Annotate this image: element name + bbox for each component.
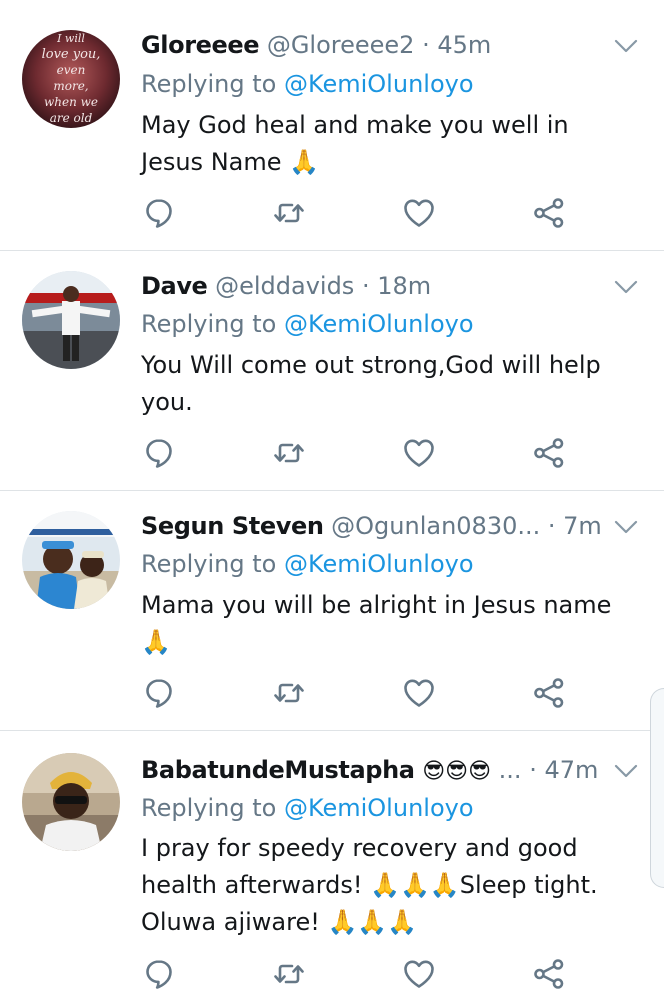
svg-text:when we: when we <box>44 95 98 109</box>
like-icon[interactable] <box>401 435 437 471</box>
timestamp[interactable]: · 18m <box>362 272 431 300</box>
user-handle[interactable]: @Ogunlan0830... <box>331 512 540 540</box>
chevron-down-icon[interactable] <box>612 513 640 541</box>
tweet[interactable]: I will love you, even more, when we are … <box>0 0 664 250</box>
avatar[interactable] <box>22 511 120 609</box>
replies-feed: I will love you, even more, when we are … <box>0 0 664 1005</box>
tweet-header: Dave @elddavids · 18m <box>141 269 604 303</box>
tweet-text: May God heal and make you well in Jesus … <box>141 111 569 176</box>
svg-text:more,: more, <box>53 79 88 93</box>
timestamp[interactable]: · 47m <box>529 756 598 784</box>
share-icon[interactable] <box>531 435 567 471</box>
action-bar <box>141 195 581 231</box>
reply-icon[interactable] <box>141 956 177 992</box>
timestamp[interactable]: · 45m <box>422 31 491 59</box>
display-name[interactable]: BabatundeMustapha <box>141 756 415 784</box>
user-handle[interactable]: @Gloreeee2 <box>267 31 415 59</box>
mention-link[interactable]: @KemiOlunloyo <box>284 310 474 338</box>
chevron-down-icon[interactable] <box>612 273 640 301</box>
display-name[interactable]: Gloreeee <box>141 31 260 59</box>
share-icon[interactable] <box>531 956 567 992</box>
tweet-text: You Will come out strong,God will help y… <box>141 351 601 416</box>
mention-link[interactable]: @KemiOlunloyo <box>284 794 474 822</box>
svg-text:are old: are old <box>50 111 93 125</box>
chevron-down-icon[interactable] <box>612 757 640 785</box>
tweet[interactable]: Dave @elddavids · 18m Replying to @KemiO… <box>0 251 664 490</box>
scroll-handle[interactable] <box>650 688 664 888</box>
reply-icon[interactable] <box>141 195 177 231</box>
replying-label: Replying to <box>141 310 284 338</box>
replying-to: Replying to @KemiOlunloyo <box>141 547 474 581</box>
svg-text:love you,: love you, <box>42 47 101 62</box>
retweet-icon[interactable] <box>271 435 307 471</box>
replying-to: Replying to @KemiOlunloyo <box>141 307 474 341</box>
share-icon[interactable] <box>531 675 567 711</box>
reply-icon[interactable] <box>141 675 177 711</box>
tweet[interactable]: BabatundeMustapha 😎😎😎 ... · 47m Replying… <box>0 731 664 1005</box>
user-handle[interactable]: ... <box>499 756 522 784</box>
tweet-text: Mama you will be alright in Jesus name 🙏 <box>141 591 612 656</box>
replying-to: Replying to @KemiOlunloyo <box>141 791 474 825</box>
retweet-icon[interactable] <box>271 675 307 711</box>
mention-link[interactable]: @KemiOlunloyo <box>284 550 474 578</box>
like-icon[interactable] <box>401 195 437 231</box>
like-icon[interactable] <box>401 675 437 711</box>
like-icon[interactable] <box>401 956 437 992</box>
retweet-icon[interactable] <box>271 195 307 231</box>
name-emoji: 😎😎😎 <box>422 759 492 784</box>
avatar[interactable] <box>22 271 120 369</box>
display-name[interactable]: Segun Steven <box>141 512 324 540</box>
tweet-text: I pray for speedy recovery and good heal… <box>141 834 598 936</box>
action-bar <box>141 675 581 711</box>
timestamp[interactable]: · 7m <box>548 512 602 540</box>
chevron-down-icon[interactable] <box>612 32 640 60</box>
user-handle[interactable]: @elddavids <box>215 272 354 300</box>
replying-label: Replying to <box>141 550 284 578</box>
action-bar <box>141 435 581 471</box>
mention-link[interactable]: @KemiOlunloyo <box>284 70 474 98</box>
avatar[interactable] <box>22 753 120 851</box>
tweet-header: BabatundeMustapha 😎😎😎 ... · 47m <box>141 753 604 787</box>
reply-icon[interactable] <box>141 435 177 471</box>
replying-label: Replying to <box>141 70 284 98</box>
retweet-icon[interactable] <box>271 956 307 992</box>
replying-to: Replying to @KemiOlunloyo <box>141 67 474 101</box>
action-bar <box>141 956 581 992</box>
tweet-header: Segun Steven @Ogunlan0830... · 7m <box>141 509 604 543</box>
display-name[interactable]: Dave <box>141 272 208 300</box>
tweet-header: Gloreeee @Gloreeee2 · 45m <box>141 28 604 62</box>
avatar[interactable]: I will love you, even more, when we are … <box>22 30 120 128</box>
share-icon[interactable] <box>531 195 567 231</box>
replying-label: Replying to <box>141 794 284 822</box>
svg-text:even: even <box>57 63 86 77</box>
tweet[interactable]: Segun Steven @Ogunlan0830... · 7m Replyi… <box>0 491 664 730</box>
svg-text:I will: I will <box>56 32 85 45</box>
